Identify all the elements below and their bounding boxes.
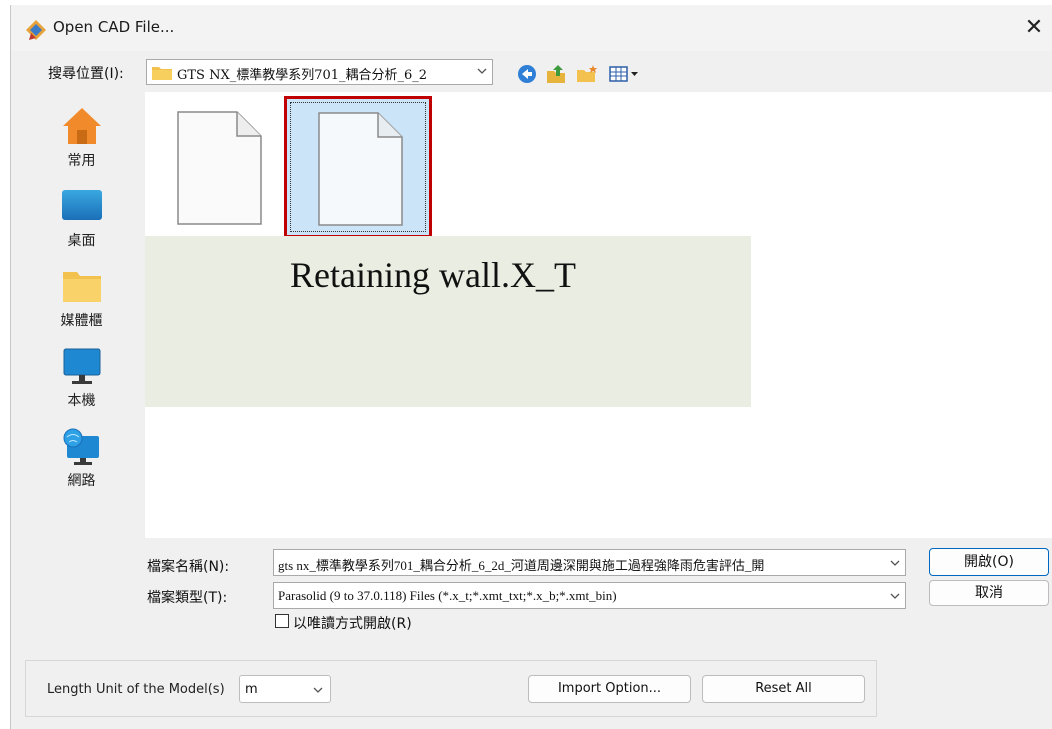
filetype-value: Parasolid (9 to 37.0.118) Files (*.x_t;*… (278, 588, 617, 603)
desktop-icon (62, 190, 102, 220)
close-icon[interactable]: ✕ (1019, 13, 1049, 43)
filename-value: gts nx_標準教學系列701_耦合分析_6_2d_河道周邊深開與施工過程強降… (278, 558, 765, 573)
open-button[interactable]: 開啟(O) (929, 548, 1049, 576)
length-unit-dropdown[interactable]: m (239, 675, 331, 703)
title-bar[interactable]: Open CAD File... ✕ (11, 5, 1052, 51)
new-folder-icon[interactable] (576, 63, 598, 85)
filename-input[interactable]: gts nx_標準教學系列701_耦合分析_6_2d_河道周邊深開與施工過程強降… (273, 549, 906, 576)
place-label: 媒體櫃 (60, 313, 103, 329)
open-cad-file-dialog: Open CAD File... ✕ 搜尋位置(I): GTS NX_標準教學系… (10, 5, 1052, 729)
place-label: 常用 (67, 153, 96, 169)
readonly-checkbox[interactable] (275, 614, 289, 628)
place-label: 網路 (67, 473, 96, 489)
place-label: 桌面 (67, 233, 96, 249)
filetype-label: 檔案類型(T): (147, 590, 228, 606)
library-folder-icon (63, 272, 101, 302)
folder-icon (152, 67, 172, 80)
readonly-label[interactable]: 以唯讀方式開啟(R) (293, 613, 412, 633)
file-item[interactable] (175, 110, 265, 230)
model-options-group: Length Unit of the Model(s) m Import Opt… (25, 660, 877, 717)
back-icon[interactable] (516, 63, 538, 85)
computer-icon (63, 348, 101, 384)
look-in-value: GTS NX_標準教學系列701_耦合分析_6_2 (177, 68, 428, 83)
length-unit-value: m (245, 682, 258, 697)
up-folder-icon[interactable] (545, 63, 567, 85)
places-bar: 常用 桌面 媒體櫃 本機 網路 (18, 92, 145, 538)
document-icon (177, 111, 262, 225)
network-icon (63, 428, 99, 465)
import-option-button[interactable]: Import Option... (528, 675, 691, 703)
chevron-down-icon (890, 593, 900, 599)
home-icon (63, 108, 101, 144)
place-recent[interactable]: 常用 (18, 98, 145, 173)
document-icon (318, 112, 403, 226)
file-name-caption: Retaining wall.X_T (145, 236, 751, 407)
look-in-label: 搜尋位置(I): (48, 66, 124, 82)
app-logo-icon (26, 20, 46, 40)
file-name-caption-text: Retaining wall.X_T (290, 255, 576, 295)
place-label: 本機 (67, 393, 96, 409)
filename-label: 檔案名稱(N): (147, 559, 230, 575)
cancel-button[interactable]: 取消 (929, 580, 1049, 606)
chevron-down-icon (313, 687, 323, 693)
place-network[interactable]: 網路 (18, 418, 145, 493)
selected-file-item[interactable] (284, 96, 432, 238)
length-unit-label: Length Unit of the Model(s) (47, 682, 225, 697)
window-title: Open CAD File... (53, 18, 175, 36)
place-desktop[interactable]: 桌面 (18, 178, 145, 253)
place-this-pc[interactable]: 本機 (18, 338, 145, 413)
chevron-down-icon (477, 68, 487, 74)
reset-all-button[interactable]: Reset All (702, 675, 865, 703)
filetype-dropdown[interactable]: Parasolid (9 to 37.0.118) Files (*.x_t;*… (273, 582, 906, 609)
view-menu-icon[interactable] (608, 63, 642, 85)
place-library[interactable]: 媒體櫃 (18, 258, 145, 333)
file-list-pane[interactable]: Retaining wall.X_T (145, 92, 1052, 538)
look-in-dropdown[interactable]: GTS NX_標準教學系列701_耦合分析_6_2 (146, 59, 493, 85)
chevron-down-icon (890, 560, 900, 566)
